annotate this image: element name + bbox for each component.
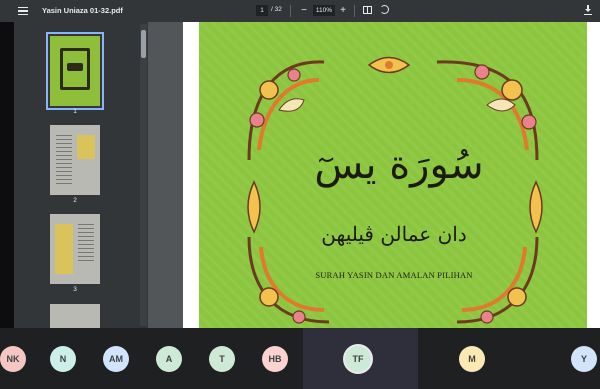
participant-avatar[interactable]: N — [50, 346, 76, 372]
floral-ornament-top-center — [367, 56, 411, 74]
thumbnail-highlight — [55, 224, 73, 274]
participant-avatar[interactable]: Y — [571, 346, 597, 372]
thumbnail-page-1[interactable] — [46, 32, 104, 110]
current-page-input[interactable]: 1 — [256, 5, 268, 16]
thumbnail-cover-art — [60, 48, 90, 90]
participant-avatar[interactable]: A — [156, 346, 182, 372]
thumbnail-number: 2 — [73, 197, 77, 204]
cover-arabic-subtitle: دان عمالن ڤيليهن — [321, 222, 467, 246]
menu-icon[interactable] — [18, 7, 28, 15]
left-edge-strip — [0, 22, 14, 328]
participants-bar — [0, 328, 600, 389]
zoom-level-input[interactable]: 110% — [313, 5, 335, 16]
thumbnail-text — [56, 135, 72, 185]
floral-ornament-left-side — [247, 180, 261, 234]
zoom-out-button[interactable]: − — [299, 4, 309, 18]
participant-avatar[interactable]: HB — [262, 346, 288, 372]
sidebar-scrollbar[interactable] — [140, 24, 147, 326]
thumbnail-text — [78, 224, 94, 264]
participant-avatar-active[interactable]: TF — [345, 346, 371, 372]
download-icon[interactable] — [584, 5, 592, 15]
cover-page: سُورَة يسٓ دان عمالن ڤيليهن SURAH YASIN … — [199, 22, 587, 328]
participant-avatar[interactable]: M — [459, 346, 485, 372]
thumbnail-page-3[interactable] — [50, 214, 100, 284]
fit-page-icon[interactable] — [363, 6, 372, 14]
toolbar-divider — [354, 5, 355, 17]
floral-ornament-bottom-right — [456, 236, 539, 324]
thumbnail-number: 1 — [73, 108, 77, 115]
sidebar-scroll-thumb[interactable] — [141, 30, 146, 58]
total-pages: / 32 — [271, 6, 282, 13]
thumbnail-number: 3 — [73, 286, 77, 293]
cover-arabic-title: سُورَة يسٓ — [314, 142, 484, 188]
zoom-in-button[interactable]: + — [338, 4, 348, 18]
floral-ornament-right-side — [529, 180, 543, 234]
toolbar-divider — [290, 5, 291, 17]
participant-avatar[interactable]: AM — [103, 346, 129, 372]
participant-avatar[interactable]: T — [209, 346, 235, 372]
floral-ornament-bottom-left — [247, 236, 330, 324]
participant-avatar[interactable]: NK — [0, 346, 26, 372]
thumbnail-page-4[interactable] — [50, 304, 100, 328]
pdf-toolbar: Yasin Uniaza 01-32.pdf 1 / 32 − 110% + — [0, 0, 600, 22]
thumbnail-page-2[interactable] — [50, 125, 100, 195]
thumbnail-highlight — [77, 135, 95, 159]
cover-latin-subtitle: SURAH YASIN DAN AMALAN PILIHAN — [315, 270, 473, 280]
document-title: Yasin Uniaza 01-32.pdf — [42, 6, 123, 15]
rotate-icon[interactable] — [380, 5, 389, 14]
